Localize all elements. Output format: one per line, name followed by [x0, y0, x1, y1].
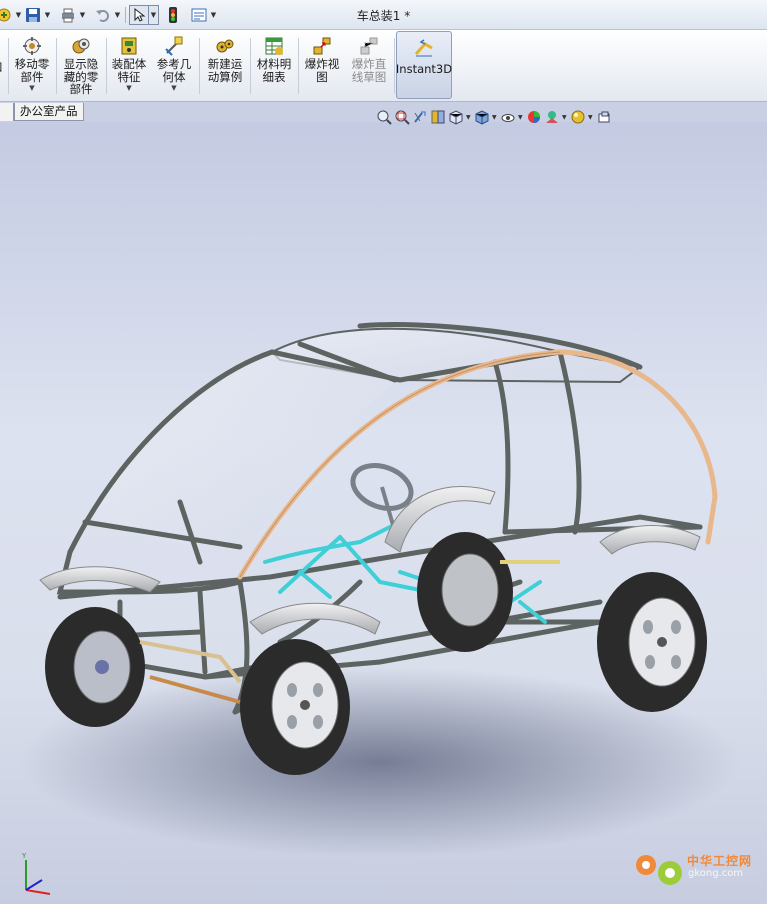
watermark-title: 中华工控网 — [687, 854, 753, 868]
fender-front-left — [39, 566, 161, 593]
exploded-view-icon — [313, 37, 331, 55]
ribbon-separator — [106, 38, 107, 94]
chevron-down-icon[interactable]: ▼ — [126, 84, 131, 92]
explode-line-sketch-button[interactable]: 爆炸直 线草图 — [346, 33, 392, 99]
bill-of-materials-icon — [265, 37, 283, 55]
fender-front-right — [249, 602, 381, 635]
car-assembly-model[interactable] — [0, 122, 767, 904]
wheel-front-right — [240, 639, 350, 775]
instant3d-icon — [414, 39, 433, 57]
assembly-feature-icon — [121, 37, 137, 55]
chevron-down-icon[interactable]: ▼ — [171, 84, 176, 92]
ribbon-separator — [199, 38, 200, 94]
ribbon-separator — [56, 38, 57, 94]
ribbon-separator — [250, 38, 251, 94]
cut-off-command[interactable]: 口 — [0, 33, 3, 99]
document-title: 车总装1 * — [356, 9, 411, 23]
wheel-rear-right — [417, 532, 513, 652]
show-hidden-components-button[interactable]: 显示隐 藏的零 部件 — [58, 33, 104, 99]
chevron-down-icon[interactable]: ▼ — [29, 84, 34, 92]
svg-text:Y: Y — [21, 852, 27, 860]
chevron-down-icon[interactable]: ▼ — [588, 114, 594, 121]
new-motion-study-button[interactable]: 新建运 动算例 — [202, 33, 248, 99]
ribbon-separator — [394, 38, 395, 94]
reference-geometry-icon — [165, 36, 183, 56]
chevron-down-icon[interactable]: ▼ — [466, 114, 472, 121]
bill-of-materials-button[interactable]: 材料明 细表 — [252, 33, 296, 99]
chevron-down-icon[interactable]: ▼ — [562, 114, 568, 121]
chevron-down-icon[interactable]: ▼ — [518, 114, 524, 121]
tab-office-products[interactable]: 办公室产品 — [14, 103, 84, 121]
reference-triad: Y — [21, 852, 51, 895]
chevron-down-icon[interactable]: ▼ — [492, 114, 498, 121]
exploded-view-button[interactable]: 爆炸视 图 — [300, 33, 344, 99]
title-bar: ▼ ▼ ▼ ▼ ▼ ▼ 车总装1 * — [0, 0, 767, 30]
tab-spacer — [0, 103, 14, 121]
show-hidden-components-icon — [72, 38, 90, 54]
instant3d-button[interactable]: Instant3D — [396, 31, 452, 99]
motion-study-icon — [216, 39, 234, 53]
ribbon-separator — [298, 38, 299, 94]
move-component-icon — [23, 37, 41, 55]
command-manager: 口 移动零 部件 ▼ 显示隐 藏的零 部件 装配体 特征 ▼ 参考几 何体 ▼ … — [0, 30, 767, 102]
reference-geometry-button[interactable]: 参考几 何体 ▼ — [152, 33, 196, 99]
watermark-url: gkong.com — [688, 868, 744, 879]
wheel-front-left — [45, 607, 145, 727]
wheel-rear-left — [597, 572, 707, 712]
ribbon-separator — [8, 38, 9, 94]
assembly-feature-button[interactable]: 装配体 特征 ▼ — [108, 33, 150, 99]
explode-line-sketch-icon — [360, 37, 378, 55]
move-component-button[interactable]: 移动零 部件 ▼ — [10, 33, 54, 99]
